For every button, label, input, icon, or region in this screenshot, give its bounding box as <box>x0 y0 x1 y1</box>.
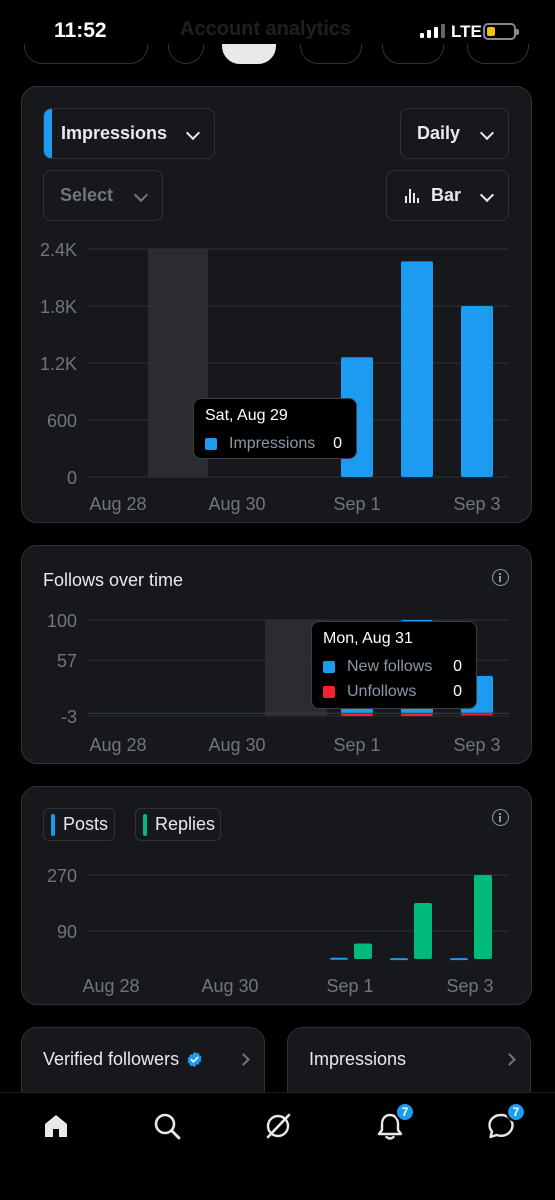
tooltip-label: New follows <box>347 658 433 675</box>
follows-chart-card: Follows over time 100 57 -3 Aug 28 Aug 30 Sep… <box>21 545 532 764</box>
bar-replies <box>354 943 372 959</box>
legend-swatch <box>323 686 335 698</box>
bar-posts <box>390 958 408 961</box>
tab-pill[interactable] <box>24 44 148 64</box>
grok-icon[interactable] <box>263 1111 293 1141</box>
tooltip-date: Mon, Aug 31 <box>323 630 413 647</box>
posts-replies-chart-card: Posts Replies 270 90 Aug 28 Aug 30 Sep 1 Sep … <box>21 786 532 1005</box>
posts-replies-bar-chart[interactable]: 270 90 Aug 28 Aug 30 Sep 1 Sep 3 <box>22 787 533 1006</box>
y-tick-label: -3 <box>61 707 77 727</box>
bar-impressions <box>401 261 433 477</box>
x-tick-label: Sep 3 <box>453 494 500 514</box>
legend-swatch <box>205 438 217 450</box>
verified-badge-icon <box>187 1051 202 1068</box>
x-tick-label: Sep 3 <box>453 735 500 755</box>
y-tick-label: 1.8K <box>40 297 77 317</box>
tooltip-row: Unfollows <box>323 683 416 701</box>
y-tick-label: 100 <box>47 611 77 631</box>
x-tick-label: Sep 1 <box>333 735 380 755</box>
y-tick-label: 90 <box>57 922 77 942</box>
card-title: Verified followers <box>43 1049 203 1070</box>
x-tick-label: Aug 28 <box>82 976 139 996</box>
network-label: LTE <box>451 22 482 41</box>
search-icon[interactable] <box>152 1111 182 1141</box>
x-tick-label: Sep 3 <box>446 976 493 996</box>
y-tick-label: 600 <box>47 411 77 431</box>
notifications-badge: 7 <box>395 1102 415 1122</box>
status-time: 11:52 <box>54 19 107 42</box>
signal-icon <box>420 24 445 38</box>
x-tick-label: Aug 30 <box>201 976 258 996</box>
y-tick-label: 57 <box>57 651 77 671</box>
legend-swatch <box>323 661 335 673</box>
notifications-icon[interactable]: 7 <box>375 1102 415 1141</box>
tab-pill[interactable] <box>168 44 204 64</box>
tooltip-label: Unfollows <box>347 683 417 700</box>
tab-pill-active[interactable] <box>222 44 276 64</box>
messages-icon[interactable]: 7 <box>486 1102 526 1141</box>
x-tick-label: Aug 30 <box>208 494 265 514</box>
page-title: Account analytics <box>180 18 352 40</box>
bar-replies <box>474 875 492 959</box>
bar-new-follows <box>341 708 373 714</box>
tooltip-value: 0 <box>333 435 342 452</box>
bottom-nav: 7 7 <box>0 1092 555 1200</box>
y-tick-label: 0 <box>67 468 77 488</box>
tooltip-row: New follows <box>323 658 432 676</box>
bar-replies <box>414 903 432 959</box>
tab-pill[interactable] <box>467 44 529 64</box>
tooltip-row: Impressions <box>205 435 345 453</box>
home-icon[interactable] <box>41 1111 71 1141</box>
tab-pill[interactable] <box>382 44 444 64</box>
tooltip-date: Sat, Aug 29 <box>205 407 288 424</box>
tab-pills <box>0 44 555 66</box>
bar-posts <box>330 957 348 960</box>
chevron-right-icon <box>237 1053 250 1066</box>
bar-impressions <box>461 306 493 477</box>
y-tick-label: 1.2K <box>40 354 77 374</box>
x-tick-label: Aug 28 <box>89 735 146 755</box>
card-title-text: Impressions <box>309 1049 407 1069</box>
tab-pill[interactable] <box>300 44 362 64</box>
x-tick-label: Aug 30 <box>208 735 265 755</box>
follows-tooltip: Mon, Aug 31 New follows 0 Unfollows 0 <box>311 621 477 709</box>
x-tick-label: Sep 1 <box>333 494 380 514</box>
chevron-right-icon <box>503 1053 516 1066</box>
card-title: Impressions <box>309 1049 406 1070</box>
x-tick-label: Sep 1 <box>326 976 373 996</box>
impressions-chart-card: Impressions Daily Select Bar 2.4K 1.8K 1.2… <box>21 86 532 523</box>
x-tick-label: Aug 28 <box>89 494 146 514</box>
tooltip-value: 0 <box>453 658 462 675</box>
y-tick-label: 2.4K <box>40 240 77 260</box>
card-title-text: Verified followers <box>43 1049 180 1069</box>
battery-icon <box>483 23 519 40</box>
y-tick-label: 270 <box>47 866 77 886</box>
bar-posts <box>450 958 468 961</box>
tooltip-value: 0 <box>453 683 462 700</box>
tooltip-label: Impressions <box>229 435 316 452</box>
impressions-tooltip: Sat, Aug 29 Impressions 0 <box>193 398 357 459</box>
messages-badge: 7 <box>506 1102 526 1122</box>
